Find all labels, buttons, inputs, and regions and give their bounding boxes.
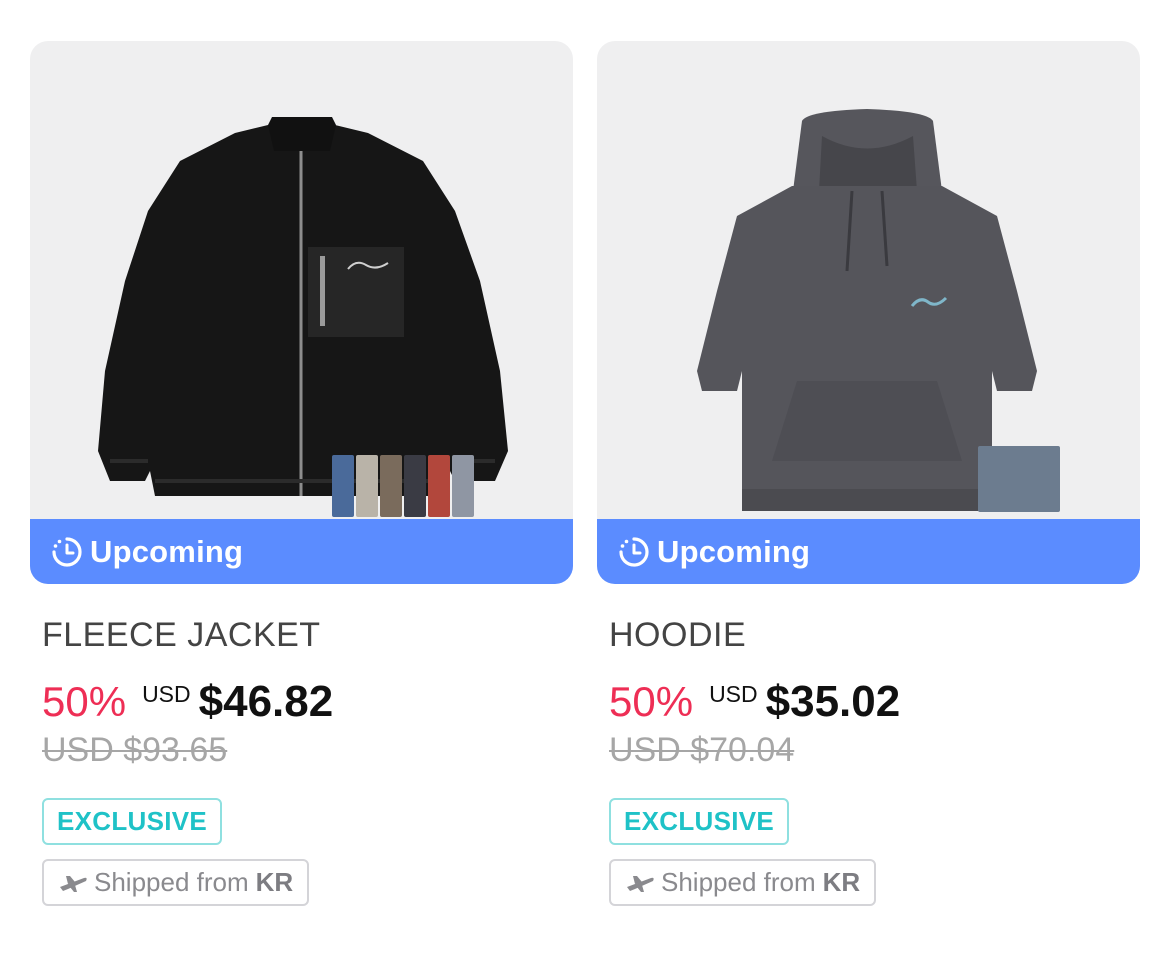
price-row: 50% USD $46.82 <box>42 677 573 727</box>
photocard <box>452 455 474 517</box>
photocard-set <box>332 455 474 517</box>
photocard <box>428 455 450 517</box>
product-thumbnail[interactable]: Upcoming <box>597 41 1140 584</box>
photocard <box>978 446 1060 512</box>
fleece-jacket-image <box>98 117 508 496</box>
photocard-set <box>978 446 1060 512</box>
shipping-badge: Shipped from KR <box>42 859 310 906</box>
airplane-icon <box>60 875 87 892</box>
clock-icon <box>52 536 82 567</box>
photocard <box>404 455 426 517</box>
product-thumbnail[interactable]: Upcoming <box>30 41 573 584</box>
product-card[interactable]: Upcoming HOODIE 50% USD $35.02 USD $70.0… <box>597 41 1140 906</box>
shipping-label: Shipped from <box>94 867 249 897</box>
product-grid: Upcoming FLEECE JACKET 50% USD $46.82 US… <box>0 0 1170 961</box>
discount-rate: 50% <box>42 678 127 725</box>
product-title[interactable]: FLEECE JACKET <box>42 616 573 655</box>
status-label: Upcoming <box>90 533 244 569</box>
status-bar: Upcoming <box>597 519 1140 584</box>
photocard <box>356 455 378 517</box>
product-title[interactable]: HOODIE <box>609 616 1140 655</box>
airplane-icon <box>627 875 654 892</box>
product-card[interactable]: Upcoming FLEECE JACKET 50% USD $46.82 US… <box>30 41 573 906</box>
shipping-country: KR <box>255 867 294 897</box>
price-row: 50% USD $35.02 <box>609 677 1140 727</box>
original-price: USD $70.04 <box>609 731 795 769</box>
shipping-badge: Shipped from KR <box>609 859 877 906</box>
sale-price: $35.02 <box>765 677 901 726</box>
clock-icon <box>619 536 649 567</box>
shipping-label: Shipped from <box>661 867 816 897</box>
status-bar: Upcoming <box>30 519 573 584</box>
sale-price: $46.82 <box>198 677 334 726</box>
currency-code: USD <box>142 681 191 707</box>
discount-rate: 50% <box>609 678 694 725</box>
status-label: Upcoming <box>657 533 811 569</box>
photocard <box>332 455 354 517</box>
currency-code: USD <box>709 681 758 707</box>
exclusive-badge: EXCLUSIVE <box>42 798 223 845</box>
original-price: USD $93.65 <box>42 731 228 769</box>
exclusive-badge: EXCLUSIVE <box>609 798 790 845</box>
shipping-country: KR <box>822 867 861 897</box>
photocard <box>380 455 402 517</box>
